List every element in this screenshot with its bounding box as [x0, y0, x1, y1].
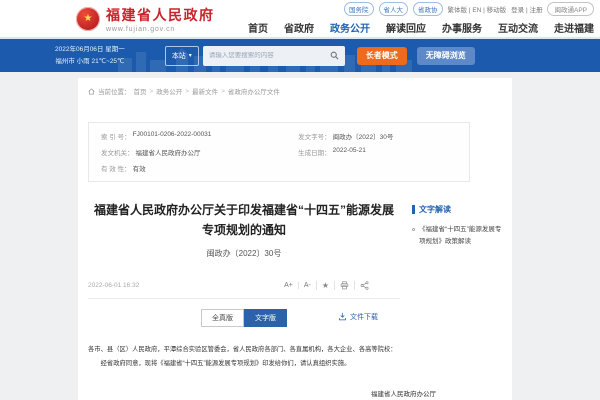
nav-provincial-government[interactable]: 省政府: [284, 20, 314, 35]
utility-links: 国务院 省人大 省政协 繁体版 | EN | 移动版 登录 | 注册 闽政通AP…: [344, 2, 594, 16]
auth-links[interactable]: 登录 | 注册: [511, 4, 542, 14]
breadcrumb-home[interactable]: 首页: [134, 86, 147, 96]
current-date: 2022年06月06日 星期一: [55, 44, 125, 55]
nav-services[interactable]: 办事服务: [442, 20, 482, 35]
signature-org: 福建省人民政府办公厅: [88, 388, 436, 398]
accessibility-button[interactable]: 无障碍浏览: [417, 47, 475, 65]
print-button[interactable]: [334, 281, 354, 290]
link-provincial-congress[interactable]: 省人大: [379, 2, 409, 16]
national-emblem-icon: ★: [76, 7, 100, 31]
app-badge[interactable]: 闽政通APP: [547, 2, 594, 16]
home-icon: [88, 88, 95, 95]
article-column: 福建省人民政府办公厅关于印发福建省“十四五”能源发展专项规划的通知 闽政办〔20…: [88, 192, 400, 400]
search-field: [203, 46, 345, 66]
star-icon: ★: [322, 281, 329, 290]
site-title: 福建省人民政府: [106, 5, 215, 25]
meta-validity: 有 效 性： 有效: [101, 163, 282, 173]
search-scope-select[interactable]: 本站 ▾: [165, 46, 199, 66]
tab-full-version[interactable]: 全真版: [201, 309, 244, 327]
font-decrease-button[interactable]: A-: [298, 282, 316, 289]
publish-time: 2022-06-01 16:32: [88, 282, 139, 289]
bullet-icon: [412, 228, 415, 231]
link-state-council[interactable]: 国务院: [344, 2, 374, 16]
meta-index-number: 索 引 号： FJ00101-0206-2022-00031: [101, 131, 282, 141]
document-meta-box: 索 引 号： FJ00101-0206-2022-00031 发文机关： 福建省…: [88, 122, 470, 182]
document-number: 闽政办〔2022〕30号: [88, 248, 400, 259]
version-tabs: 全真版 文字版 文件下载: [88, 309, 400, 327]
meta-document-number: 发文字号： 闽政办〔2022〕30号: [298, 131, 457, 141]
language-links[interactable]: 繁体版 | EN | 移动版: [448, 4, 507, 14]
title-accent-bar: [412, 205, 415, 214]
article-toolbar: A+ A- ★: [279, 281, 374, 290]
link-provincial-cppcc[interactable]: 省政协: [413, 2, 443, 16]
printer-icon: [340, 281, 349, 290]
search-scope-value: 本站: [172, 51, 186, 61]
share-button[interactable]: [354, 281, 374, 290]
font-increase-button[interactable]: A+: [279, 282, 298, 289]
nav-interpretation[interactable]: 解读回应: [386, 20, 426, 35]
nav-government-affairs[interactable]: 政务公开: [330, 20, 370, 35]
favorite-button[interactable]: ★: [316, 281, 334, 290]
main-nav: 首页 省政府 政务公开 解读回应 办事服务 互动交流 走进福建: [248, 20, 594, 35]
document-title: 福建省人民政府办公厅关于印发福建省“十四五”能源发展专项规划的通知: [88, 200, 400, 241]
breadcrumb-latest-docs[interactable]: 最新文件: [192, 86, 218, 96]
meta-issuing-agency: 发文机关： 福建省人民政府办公厅: [101, 147, 282, 157]
search-icon[interactable]: [330, 51, 339, 60]
paragraph: 经省政府同意，现将《福建省“十四五”能源发展专项规划》印发给你们，请认真组织实施…: [88, 357, 400, 371]
paragraph: 各市、县（区）人民政府，平潭综合实验区管委会，省人民政府各部门、各直属机构，各大…: [88, 343, 400, 357]
publish-toolbar-row: 2022-06-01 16:32 A+ A- ★: [88, 281, 400, 299]
nav-about-fujian[interactable]: 走进福建: [554, 20, 594, 35]
info-bar: 2022年06月06日 星期一 福州市 小雨 21℃~25℃ 本站 ▾ 长者模式…: [0, 39, 600, 72]
breadcrumb-current: 省政府办公厅文件: [228, 86, 280, 96]
site-url: www.fujian.gov.cn: [106, 26, 215, 33]
breadcrumb-prefix: 当前位置：: [98, 86, 131, 96]
file-download-link[interactable]: 文件下载: [338, 312, 378, 322]
date-weather: 2022年06月06日 星期一 福州市 小雨 21℃~25℃: [55, 44, 125, 66]
nav-interaction[interactable]: 互动交流: [498, 20, 538, 35]
document-card: 当前位置： 首页 > 政务公开 > 最新文件 > 省政府办公厅文件 索 引 号：…: [78, 78, 512, 400]
share-icon: [360, 281, 369, 290]
sidebar-title: 文字解读: [412, 204, 502, 215]
breadcrumb-gov-affairs[interactable]: 政务公开: [156, 86, 182, 96]
interpretation-sidebar: 文字解读 《福建省“十四五”能源发展专项规划》政策解读: [412, 192, 502, 400]
nav-home[interactable]: 首页: [248, 20, 268, 35]
meta-generation-date: 生成日期： 2022-05-21: [298, 147, 457, 157]
search-input[interactable]: [209, 52, 330, 59]
download-icon: [338, 312, 347, 321]
weather-info: 福州市 小雨 21℃~25℃: [55, 56, 125, 67]
site-logo[interactable]: ★ 福建省人民政府 www.fujian.gov.cn: [76, 5, 215, 33]
page-background: 当前位置： 首页 > 政务公开 > 最新文件 > 省政府办公厅文件 索 引 号：…: [0, 74, 600, 400]
sidebar-item-policy-interpretation[interactable]: 《福建省“十四五”能源发展专项规划》政策解读: [412, 224, 502, 249]
elder-mode-button[interactable]: 长者模式: [357, 47, 407, 65]
search-bar: 本站 ▾: [165, 46, 345, 66]
chevron-down-icon: ▾: [189, 52, 192, 59]
tab-text-version[interactable]: 文字版: [244, 309, 287, 327]
breadcrumb: 当前位置： 首页 > 政务公开 > 最新文件 > 省政府办公厅文件: [88, 86, 502, 96]
site-header: ★ 福建省人民政府 www.fujian.gov.cn 国务院 省人大 省政协 …: [0, 0, 600, 39]
article-body: 各市、县（区）人民政府，平潭综合实验区管委会，省人民政府各部门、各直属机构，各大…: [88, 343, 400, 372]
